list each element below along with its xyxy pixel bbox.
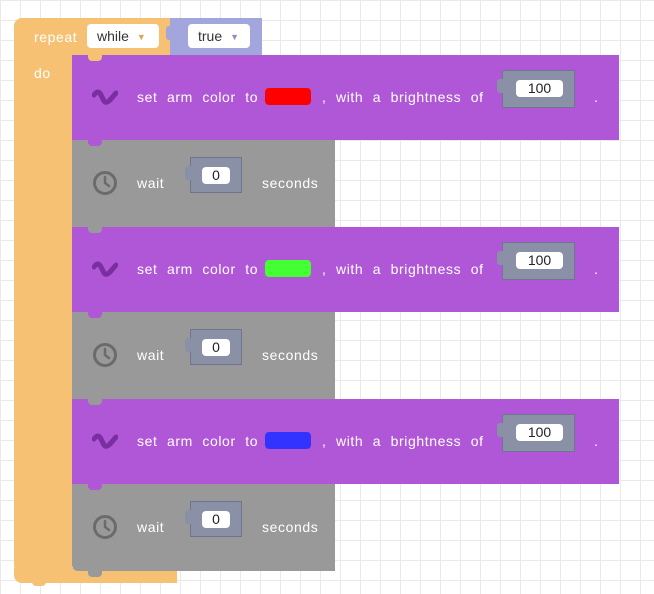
condition-value: true (198, 28, 223, 44)
set-arm-color-block[interactable]: set arm color to , with a brightness of … (72, 227, 619, 312)
period-label: . (594, 89, 599, 105)
block-connector (88, 227, 102, 233)
seconds-slot[interactable]: 0 (185, 157, 242, 193)
block-connector (88, 55, 102, 61)
arm-icon (92, 261, 118, 277)
seconds-label: seconds (262, 347, 319, 363)
wait-label: wait (137, 519, 165, 535)
block-connector (88, 399, 102, 405)
slot-connector (497, 423, 504, 437)
repeat-block-spine[interactable] (14, 55, 72, 573)
repeat-mode-dropdown[interactable]: while ▼ (87, 24, 159, 48)
clock-icon (93, 343, 117, 367)
slot-connector (497, 79, 504, 93)
do-label: do (34, 65, 51, 81)
wait-label: wait (137, 175, 165, 191)
arm-icon (92, 433, 118, 449)
wait-block[interactable]: wait 0 seconds (72, 484, 335, 571)
slot-connector (497, 251, 504, 265)
wait-block[interactable]: wait 0 seconds (72, 312, 335, 399)
period-label: . (594, 433, 599, 449)
seconds-label: seconds (262, 175, 319, 191)
brightness-label: , with a brightness of (322, 89, 484, 105)
seconds-value[interactable]: 0 (202, 511, 230, 528)
set-arm-color-label: set arm color to (137, 261, 259, 277)
clock-icon (93, 171, 117, 195)
seconds-value[interactable]: 0 (202, 339, 230, 356)
brightness-value[interactable]: 100 (516, 424, 563, 441)
seconds-slot[interactable]: 0 (185, 501, 242, 537)
brightness-value[interactable]: 100 (516, 252, 563, 269)
wait-block[interactable]: wait 0 seconds (72, 140, 335, 227)
block-connector (88, 484, 102, 490)
seconds-slot[interactable]: 0 (185, 329, 242, 365)
arm-icon (92, 89, 118, 105)
brightness-label: , with a brightness of (322, 261, 484, 277)
repeat-block-connector (32, 578, 46, 586)
set-arm-color-block[interactable]: set arm color to , with a brightness of … (72, 399, 619, 484)
brightness-label: , with a brightness of (322, 433, 484, 449)
color-picker[interactable] (265, 432, 311, 449)
condition-dropdown[interactable]: true ▼ (188, 24, 250, 48)
brightness-value[interactable]: 100 (516, 80, 563, 97)
slot-connector (185, 166, 192, 180)
color-picker[interactable] (265, 88, 311, 105)
seconds-label: seconds (262, 519, 319, 535)
repeat-mode-value: while (97, 28, 129, 44)
block-connector (88, 571, 102, 577)
seconds-value[interactable]: 0 (202, 167, 230, 184)
chevron-down-icon: ▼ (136, 32, 146, 43)
period-label: . (594, 261, 599, 277)
chevron-down-icon: ▼ (230, 32, 240, 43)
brightness-slot[interactable]: 100 (497, 70, 575, 108)
block-connector (88, 312, 102, 318)
color-picker[interactable] (265, 260, 311, 277)
brightness-slot[interactable]: 100 (497, 414, 575, 452)
set-arm-color-label: set arm color to (137, 89, 259, 105)
slot-connector (185, 510, 192, 524)
set-arm-color-block[interactable]: set arm color to , with a brightness of … (72, 55, 619, 140)
set-arm-color-label: set arm color to (137, 433, 259, 449)
wait-label: wait (137, 347, 165, 363)
clock-icon (93, 515, 117, 539)
slot-connector (185, 338, 192, 352)
block-connector (88, 140, 102, 146)
repeat-label: repeat (34, 29, 78, 45)
brightness-slot[interactable]: 100 (497, 242, 575, 280)
